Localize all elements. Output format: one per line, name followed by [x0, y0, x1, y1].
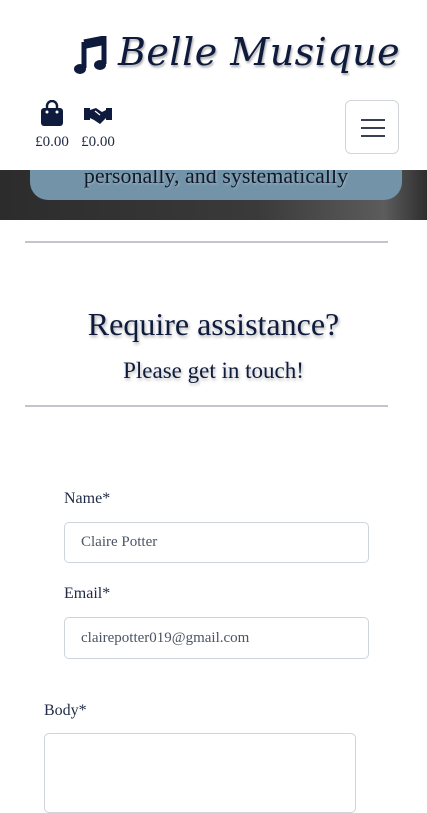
hamburger-line [361, 135, 385, 137]
donate-amount: £0.00 [81, 134, 115, 150]
body-field[interactable] [44, 733, 356, 813]
page-title: Require assistance? [87, 306, 340, 342]
menu-toggle-button[interactable] [345, 100, 399, 154]
donate-link[interactable]: £0.00 [76, 100, 120, 160]
hamburger-line [361, 127, 385, 129]
divider-bottom [25, 405, 388, 407]
hero-banner: personally, and systematically [30, 170, 402, 200]
music-note-icon [74, 36, 107, 74]
body-label: Body* [44, 702, 87, 719]
brand-logo[interactable]: Belle Musique [0, 30, 427, 85]
name-field[interactable] [64, 522, 369, 563]
name-label: Name* [64, 490, 111, 507]
brand-title: Belle Musique [118, 30, 401, 74]
page-subtitle: Please get in touch! [123, 358, 304, 383]
bag-amount: £0.00 [35, 134, 69, 150]
bag-link[interactable]: £0.00 [30, 100, 74, 160]
header-icons: £0.00 £0.00 [30, 100, 150, 160]
hero-section: personally, and systematically [0, 170, 427, 220]
divider-top [25, 241, 388, 243]
email-label: Email* [64, 585, 111, 602]
shopping-bag-icon [41, 100, 63, 126]
hamburger-menu-icon [361, 119, 385, 121]
email-field[interactable] [64, 617, 369, 659]
handshake-icon [84, 108, 112, 124]
